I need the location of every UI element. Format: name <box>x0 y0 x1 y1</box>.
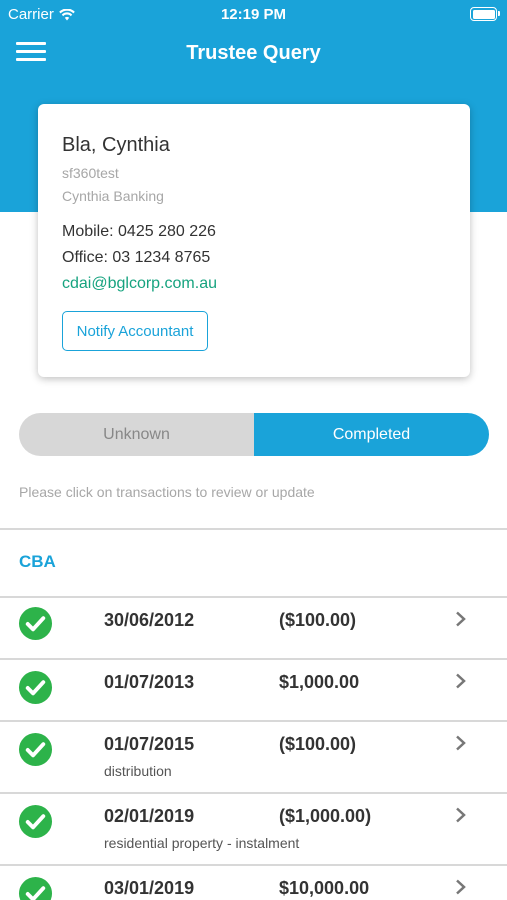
notify-accountant-button[interactable]: Notify Accountant <box>62 311 208 351</box>
transaction-amount: $1,000.00 <box>279 672 360 692</box>
contact-username: sf360test <box>62 165 119 181</box>
divider <box>0 528 507 530</box>
segment-completed[interactable]: Completed <box>254 413 489 456</box>
transaction-row[interactable]: 30/06/2012 ($100.00) <box>0 597 507 659</box>
clock: 12:19 PM <box>220 6 287 23</box>
status-segmented-control: Unknown Completed <box>19 413 489 456</box>
transaction-date: 01/07/2015 <box>104 734 195 754</box>
chevron-right-icon <box>456 673 466 689</box>
contact-mobile[interactable]: Mobile: 0425 280 226 <box>62 223 216 241</box>
section-title-cba: CBA <box>19 552 56 571</box>
chevron-right-icon <box>456 807 466 823</box>
chevron-right-icon <box>456 735 466 751</box>
contact-card: Bla, Cynthia sf360test Cynthia Banking M… <box>38 104 470 377</box>
transaction-row[interactable]: 03/01/2019 $10,000.00 <box>0 865 507 900</box>
battery-icon <box>470 7 500 21</box>
contact-bank: Cynthia Banking <box>62 188 164 204</box>
chevron-right-icon <box>456 879 466 895</box>
transaction-description: distribution <box>104 763 172 779</box>
contact-office[interactable]: Office: 03 1234 8765 <box>62 249 210 267</box>
chevron-right-icon <box>456 611 466 627</box>
transaction-amount: ($1,000.00) <box>279 806 372 826</box>
check-circle-icon <box>18 670 53 705</box>
transaction-amount: ($100.00) <box>279 734 357 754</box>
check-circle-icon <box>18 732 53 767</box>
page-title: Trustee Query <box>186 42 321 64</box>
transaction-date: 03/01/2019 <box>104 878 195 898</box>
contact-name: Bla, Cynthia <box>62 134 170 156</box>
segment-unknown[interactable]: Unknown <box>19 413 254 456</box>
transaction-date: 02/01/2019 <box>104 806 195 826</box>
transaction-row[interactable]: 01/07/2013 $1,000.00 <box>0 659 507 721</box>
check-circle-icon <box>18 606 53 641</box>
transaction-row[interactable]: 01/07/2015 ($100.00) distribution <box>0 721 507 793</box>
transaction-date: 30/06/2012 <box>104 610 195 630</box>
transaction-date: 01/07/2013 <box>104 672 195 692</box>
transaction-amount: ($100.00) <box>279 610 357 630</box>
status-bar: Carrier 12:19 PM <box>0 0 507 30</box>
check-circle-icon <box>18 876 53 900</box>
navigation-bar: Trustee Query <box>0 30 507 78</box>
transaction-amount: $10,000.00 <box>279 878 370 898</box>
instruction-text: Please click on transactions to review o… <box>19 484 315 500</box>
check-circle-icon <box>18 804 53 839</box>
transaction-row[interactable]: 02/01/2019 ($1,000.00) residential prope… <box>0 793 507 865</box>
transaction-description: residential property - instalment <box>104 835 300 851</box>
contact-email-link[interactable]: cdai@bglcorp.com.au <box>62 275 217 293</box>
